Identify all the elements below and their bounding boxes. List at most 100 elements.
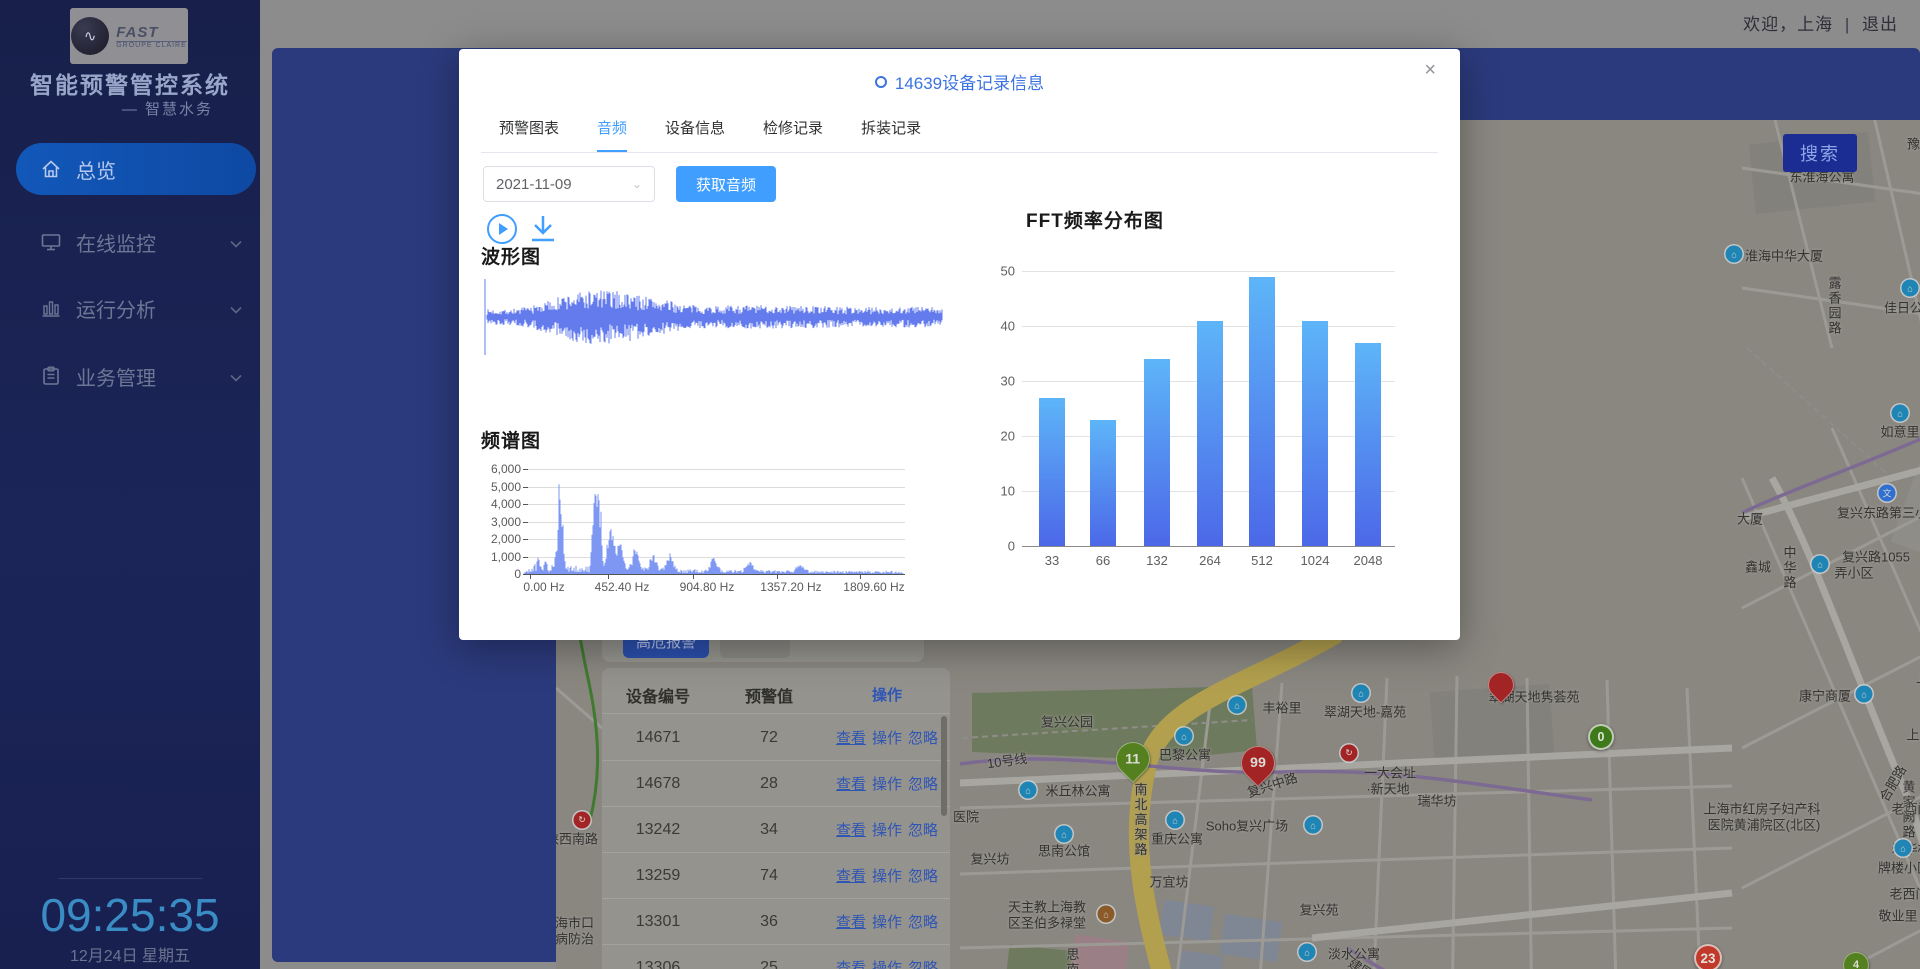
map-poi-marker[interactable]: ⌂ [1353, 685, 1370, 702]
map-poi-marker[interactable]: ⌂ [1176, 728, 1193, 745]
waveform-title: 波形图 [481, 242, 541, 269]
welcome-divider: | [1845, 15, 1850, 34]
action-link-operate[interactable]: 操作 [872, 960, 902, 969]
map-search-button[interactable]: 搜索 [1783, 134, 1857, 172]
action-link-view[interactable]: 查看 [836, 776, 866, 793]
map-place-label: 老西门公馆 [1889, 884, 1920, 903]
map-place-label: 陕西南路 [556, 829, 598, 848]
action-link-view[interactable]: 查看 [836, 730, 866, 747]
download-audio-icon[interactable] [529, 214, 557, 244]
action-link-operate[interactable]: 操作 [872, 914, 902, 931]
clock-divider [58, 878, 202, 879]
app-root: 欢迎，上海 | 退出 [0, 0, 1920, 969]
logo-secondary: GROUPE CLAIRE [116, 41, 187, 49]
action-link-view[interactable]: 查看 [836, 914, 866, 931]
sidebar-item-analysis[interactable]: 运行分析 [16, 282, 256, 334]
sidebar-item-label: 运行分析 [76, 294, 156, 323]
tab-检修记录[interactable]: 检修记录 [763, 111, 823, 152]
sidebar-item-overview[interactable]: 总览 [16, 143, 256, 195]
map-place-label: 区圣伯多禄堂 [1008, 913, 1086, 932]
map-poi-marker[interactable]: ↻ [1341, 745, 1358, 762]
map-poi-marker[interactable]: ⌂ [1167, 812, 1184, 829]
map-place-label: 佳日公寓 [1884, 298, 1920, 317]
cell-device-id: 13301 [602, 913, 714, 931]
map-cluster-marker[interactable]: 23 [1694, 944, 1722, 969]
sidebar-item-business[interactable]: 业务管理 [16, 350, 256, 402]
map-poi-marker[interactable]: ⌂ [1056, 826, 1073, 843]
map-poi-marker[interactable]: 文 [1879, 485, 1896, 502]
map-place-label: 复兴东路第三小学 [1837, 503, 1920, 522]
spectrum-xtick-label: 1809.60 Hz [843, 580, 904, 594]
map-poi-marker[interactable]: ⌂ [1299, 944, 1316, 961]
chevron-down-icon [230, 231, 242, 254]
fft-bar [1302, 321, 1328, 547]
map-place-label: 翠湖天地-嘉苑 [1324, 702, 1406, 721]
action-link-ignore[interactable]: 忽略 [908, 868, 938, 885]
tab-设备信息[interactable]: 设备信息 [665, 111, 725, 152]
pin-value: 11 [1125, 751, 1140, 767]
fft-bar [1090, 420, 1116, 547]
map-place-label: 牌楼小区 [1878, 858, 1920, 877]
chevron-down-icon: ⌄ [632, 177, 642, 191]
fetch-audio-button[interactable]: 获取音频 [676, 166, 776, 202]
modal-title-text: 14639设备记录信息 [895, 69, 1044, 94]
map-poi-marker[interactable]: ⌂ [1856, 686, 1873, 703]
action-link-operate[interactable]: 操作 [872, 868, 902, 885]
map-poi-marker[interactable]: ⌂ [1305, 817, 1322, 834]
action-link-operate[interactable]: 操作 [872, 730, 902, 747]
sidebar-item-label: 业务管理 [76, 362, 156, 391]
spectrum-xtick-label: 1357.20 Hz [760, 580, 821, 594]
map-poi-marker[interactable]: ↻ [574, 812, 591, 829]
table-row: 1325974查看操作忽略 [602, 853, 950, 899]
fft-category-label: 33 [1045, 553, 1059, 568]
cell-alarm-value: 34 [714, 821, 824, 839]
cell-actions: 查看操作忽略 [824, 727, 950, 748]
map-poi-marker[interactable]: ⌂ [1812, 556, 1829, 573]
action-link-operate[interactable]: 操作 [872, 776, 902, 793]
fft-bar-chart: 50403020100336613226451210242048 [995, 271, 1395, 621]
action-link-view[interactable]: 查看 [836, 822, 866, 839]
map-cluster-marker[interactable]: 0 [1588, 724, 1614, 750]
action-link-ignore[interactable]: 忽略 [908, 960, 938, 969]
table-row: 1467172查看操作忽略 [602, 715, 950, 761]
clipboard-icon [40, 365, 62, 387]
map-poi-marker[interactable]: ⌂ [1020, 782, 1037, 799]
tab-预警图表[interactable]: 预警图表 [499, 111, 559, 152]
map-poi-marker[interactable]: ⌂ [1098, 906, 1115, 923]
sidebar-item-monitoring[interactable]: 在线监控 [16, 216, 256, 268]
play-audio-icon[interactable] [487, 214, 517, 244]
action-link-ignore[interactable]: 忽略 [908, 776, 938, 793]
action-link-view[interactable]: 查看 [836, 960, 866, 969]
action-link-operate[interactable]: 操作 [872, 822, 902, 839]
action-link-ignore[interactable]: 忽略 [908, 730, 938, 747]
fft-gridline [1022, 271, 1395, 272]
map-place-label: 巴黎公寓 [1159, 745, 1211, 764]
spectrum-ytick-label: 4,000 [483, 497, 521, 511]
fft-ytick-label: 20 [995, 429, 1015, 444]
map-place-label: Soho复兴广场 [1206, 816, 1288, 835]
action-link-view[interactable]: 查看 [836, 868, 866, 885]
chevron-down-icon [230, 365, 242, 388]
spectrum-ytick-label: 5,000 [483, 480, 521, 494]
table-scrollbar[interactable] [941, 716, 947, 816]
cell-device-id: 14671 [602, 729, 714, 747]
logo-primary: FAST [116, 24, 187, 41]
map-poi-marker[interactable]: ⌂ [1229, 697, 1246, 714]
home-icon [40, 158, 62, 180]
action-link-ignore[interactable]: 忽略 [908, 822, 938, 839]
cell-actions: 查看操作忽略 [824, 911, 950, 932]
tab-拆装记录[interactable]: 拆装记录 [861, 111, 921, 152]
map-poi-marker[interactable]: ⌂ [1902, 280, 1919, 297]
audio-date-select[interactable]: 2021-11-09 ⌄ [483, 166, 655, 202]
fft-bar [1039, 398, 1065, 547]
logout-link[interactable]: 退出 [1862, 15, 1898, 34]
action-link-ignore[interactable]: 忽略 [908, 914, 938, 931]
tab-音频[interactable]: 音频 [597, 111, 627, 152]
map-poi-marker[interactable]: ⌂ [1895, 840, 1912, 857]
map-place-label: 康宁商厦 [1799, 686, 1851, 705]
map-poi-marker[interactable]: ⌂ [1726, 246, 1743, 263]
map-place-label: 上海市敬业中学 [1906, 725, 1920, 744]
sidebar-item-label: 总览 [76, 155, 116, 184]
map-poi-marker[interactable]: ⌂ [1892, 405, 1909, 422]
cell-device-id: 13306 [602, 959, 714, 969]
